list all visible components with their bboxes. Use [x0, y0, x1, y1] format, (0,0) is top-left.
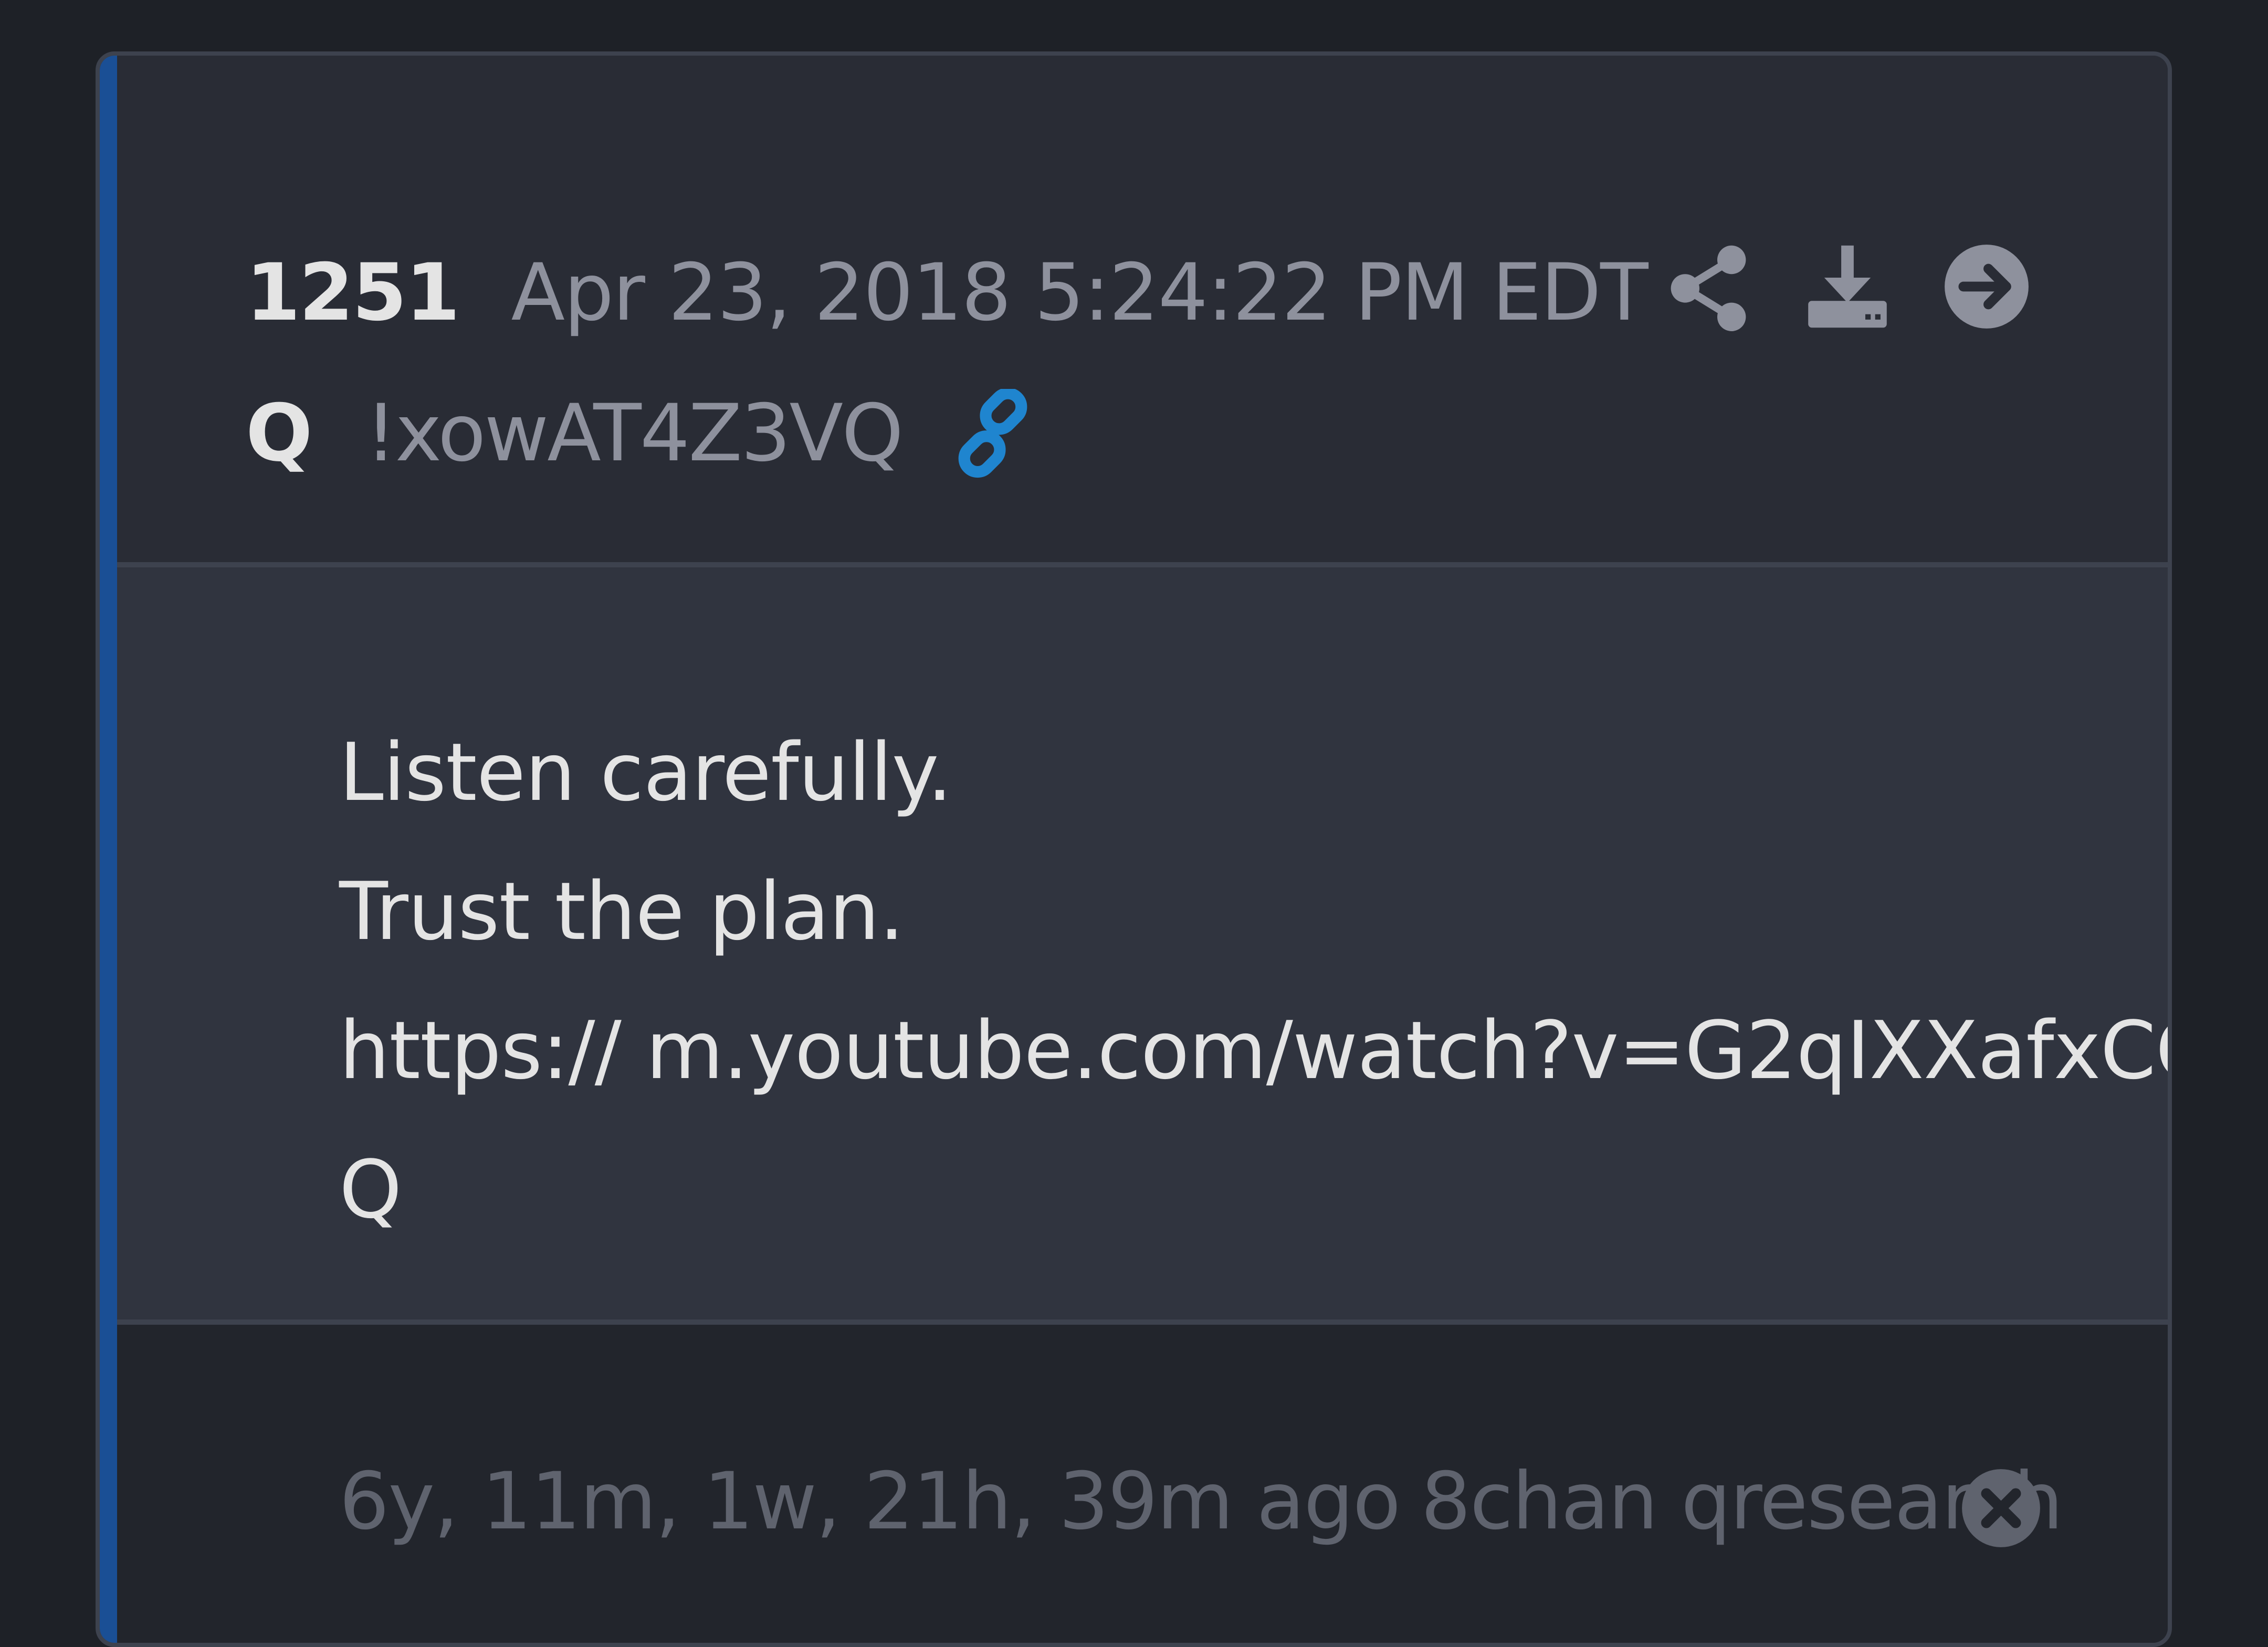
post-link[interactable]: https:// m.youtube.com/watch?v=G2qIXXafx… — [339, 981, 2168, 1120]
accent-bar — [100, 56, 117, 1643]
link-icon[interactable] — [948, 387, 1037, 478]
share-icon[interactable] — [1664, 242, 1753, 331]
post-text-line: Trust the plan. — [339, 865, 905, 958]
post-meta-row: 1251 Apr 23, 2018 5:24:22 PM EDT — [246, 240, 1648, 345]
post-text-line: Listen carefully. — [339, 726, 952, 819]
post-text: Listen carefully. Trust the plan. https:… — [339, 703, 2168, 1259]
post-actions — [1664, 242, 2031, 331]
post-header: 1251 Apr 23, 2018 5:24:22 PM EDT Q !xowA… — [117, 56, 2168, 565]
arrow-circle-right-icon[interactable] — [1942, 242, 2031, 331]
post-source-info: 6y, 11m, 1w, 21h, 39m ago 8chan qresearch — [339, 1456, 2063, 1547]
download-icon[interactable] — [1803, 242, 1892, 331]
post-tripcode: !xowAT4Z3VQ — [365, 388, 904, 479]
close-circle-icon[interactable] — [1960, 1467, 2042, 1549]
post-date: Apr 23, 2018 5:24:22 PM EDT — [511, 247, 1648, 339]
post-number: 1251 — [246, 247, 460, 339]
post-footer: 6y, 11m, 1w, 21h, 39m ago 8chan qresearch — [117, 1325, 2168, 1643]
post-author-row: Q !xowAT4Z3VQ — [246, 381, 1037, 486]
post-age: 6y, 11m, 1w, 21h, 39m ago — [339, 1456, 1401, 1547]
post-card: 1251 Apr 23, 2018 5:24:22 PM EDT Q !xowA… — [96, 51, 2172, 1647]
post-author: Q — [246, 388, 313, 479]
post-signature: Q — [339, 1143, 402, 1236]
post-body: Listen carefully. Trust the plan. https:… — [117, 567, 2168, 1319]
footer-divider — [117, 1319, 2168, 1325]
header-divider — [117, 562, 2168, 567]
